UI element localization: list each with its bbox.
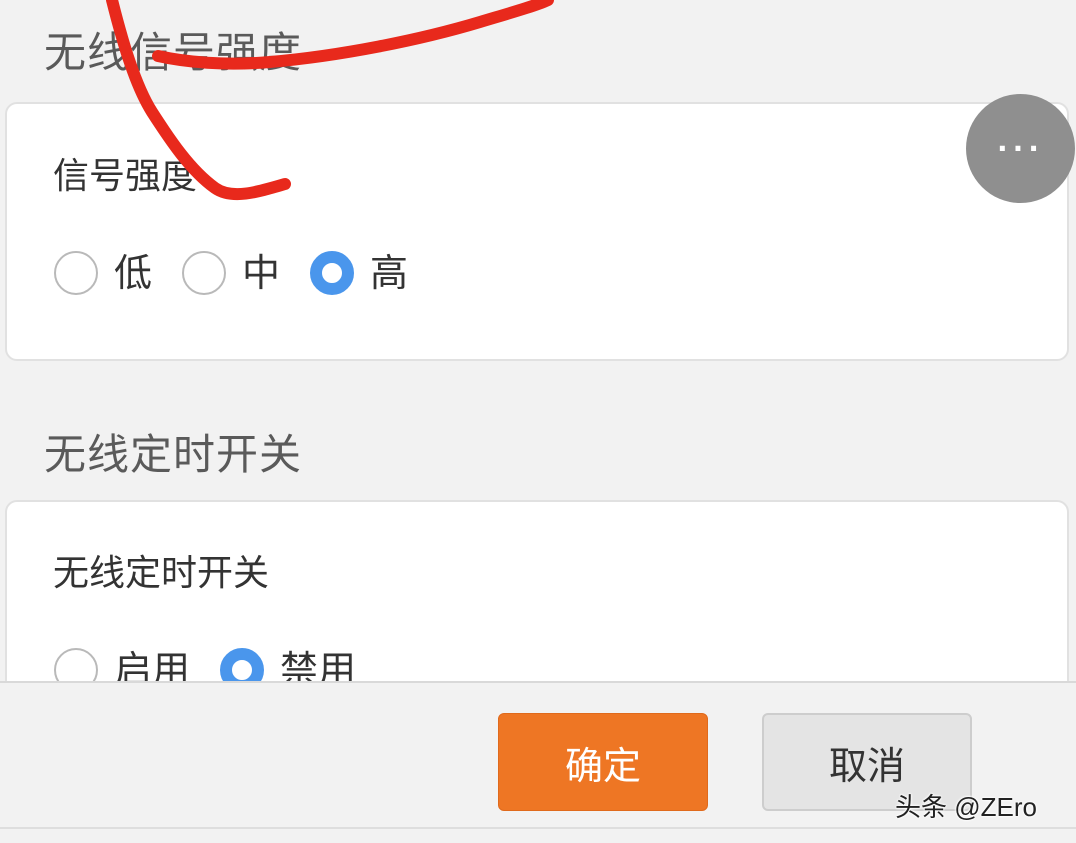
cancel-button[interactable]: 取消 — [762, 713, 972, 811]
radio-option-low[interactable]: 低 — [54, 251, 152, 295]
radio-label-high: 高 — [370, 251, 409, 295]
radio-label-low: 低 — [114, 251, 153, 295]
radio-button-medium[interactable] — [182, 251, 227, 295]
timer-switch-label: 无线定时开关 — [53, 553, 270, 594]
more-dots-icon: ··· — [997, 132, 1044, 165]
radio-option-medium[interactable]: 中 — [182, 251, 280, 295]
footer-divider — [0, 827, 1076, 829]
timer-section-title: 无线定时开关 — [44, 430, 303, 479]
more-options-button[interactable]: ··· — [966, 94, 1075, 203]
radio-button-high[interactable] — [310, 251, 355, 295]
footer-action-bar: 确定 取消 — [0, 681, 1076, 843]
radio-option-high[interactable]: 高 — [310, 251, 408, 295]
signal-strength-card: 信号强度 低 中 高 — [5, 102, 1069, 361]
radio-label-medium: 中 — [242, 251, 281, 295]
signal-section-title: 无线信号强度 — [44, 28, 303, 77]
radio-button-low[interactable] — [54, 251, 98, 295]
signal-strength-label: 信号强度 — [53, 156, 198, 197]
confirm-button[interactable]: 确定 — [498, 713, 708, 811]
signal-strength-radio-group: 低 中 高 — [54, 251, 438, 295]
